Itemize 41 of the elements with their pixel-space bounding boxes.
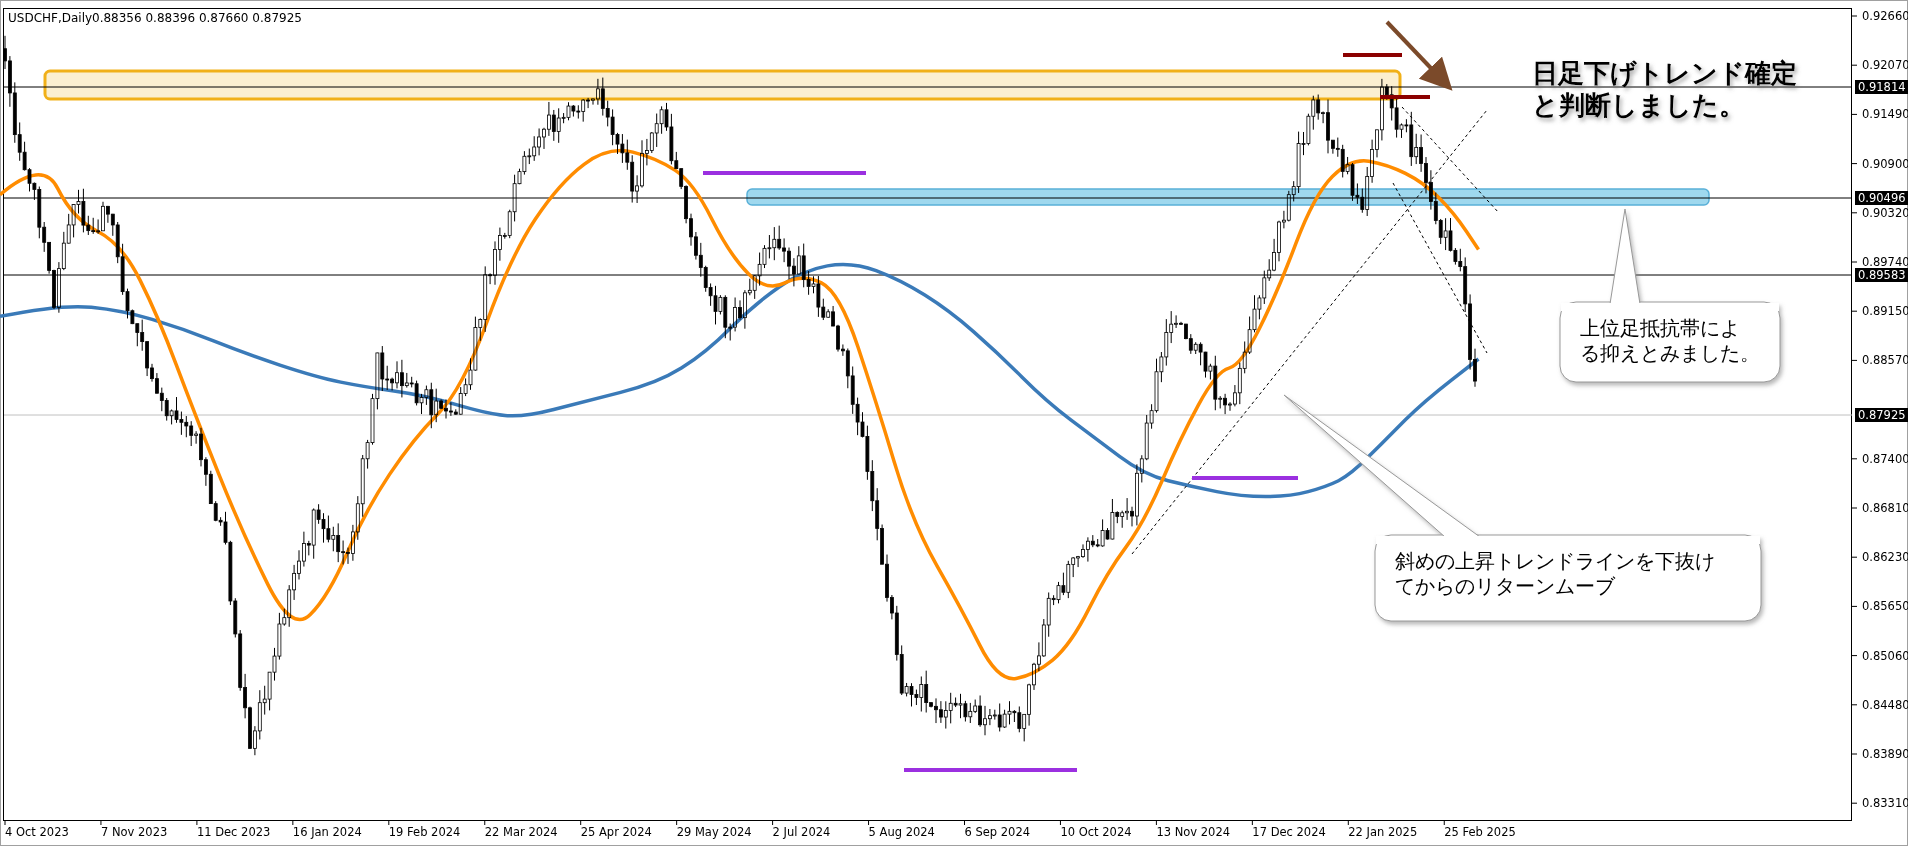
axis-label: 25 Feb 2025	[1444, 825, 1516, 839]
price-label: 0.89583	[1855, 268, 1908, 282]
axis-label: 0.90900	[1862, 156, 1908, 171]
ohlc-values: 0.88356 0.88396 0.87660 0.87925	[92, 11, 302, 25]
price-label: 0.90496	[1855, 191, 1908, 205]
axis-label: 0.91490	[1862, 107, 1908, 122]
symbol-timeframe: USDCHF,Daily	[8, 11, 93, 25]
axis-label: 0.92070	[1862, 58, 1908, 73]
axis-label: 10 Oct 2024	[1060, 825, 1132, 839]
axis-label: 16 Jan 2024	[292, 825, 362, 839]
axis-label: 5 Aug 2024	[868, 825, 935, 839]
price-label: 0.87925	[1855, 408, 1908, 422]
axis-label: 2 Jul 2024	[772, 825, 831, 839]
axis-label: 0.89150	[1862, 304, 1908, 319]
axis-label: 0.87400	[1862, 451, 1908, 466]
axis-label: 7 Nov 2023	[100, 825, 168, 839]
axis-label: 0.85060	[1862, 648, 1908, 663]
axis-label: 13 Nov 2024	[1156, 825, 1231, 839]
axis-label: 25 Apr 2024	[580, 825, 652, 839]
axis-label: 0.85650	[1862, 599, 1908, 614]
axis-label: 22 Jan 2025	[1348, 825, 1418, 839]
axis-label: 0.88570	[1862, 353, 1908, 368]
axis-label: 17 Dec 2024	[1252, 825, 1326, 839]
axis-label: 0.92660	[1862, 9, 1908, 23]
axis-label: 0.90320	[1862, 205, 1908, 220]
axis-label: 29 May 2024	[676, 825, 752, 839]
axis-label: 0.83890	[1862, 747, 1908, 761]
axis-label: 0.83310	[1862, 796, 1908, 811]
axis-label: 11 Dec 2023	[196, 825, 271, 839]
axis-label: 4 Oct 2023	[5, 825, 69, 839]
axis-label: 0.86810	[1862, 501, 1908, 515]
axis-label: 0.84480	[1862, 697, 1908, 712]
axis-label: 19 Feb 2024	[388, 825, 461, 839]
callout-text: 上位足抵抗帯によ る抑えとみました。	[1580, 316, 1760, 365]
axis-label: 0.86230	[1862, 550, 1908, 565]
callout-text: 斜めの上昇トレンドラインを下抜け てからのリターンムーブ	[1395, 549, 1715, 598]
axis-label: 22 Mar 2024	[484, 825, 558, 839]
axis-label: 6 Sep 2024	[964, 825, 1031, 839]
axis-label: 0.89740	[1862, 255, 1908, 269]
annotation-text: 日足下げトレンド確定 と判断しました。	[1532, 58, 1797, 120]
price-label: 0.91814	[1855, 80, 1908, 94]
